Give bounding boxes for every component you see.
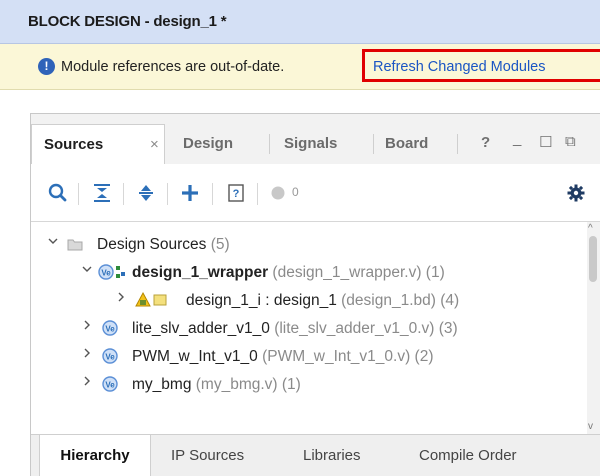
- svg-text:Ve: Ve: [101, 269, 111, 278]
- tree-item-label: PWM_w_Int_v1_0: [132, 348, 258, 365]
- tab-design[interactable]: Design: [183, 124, 233, 164]
- svg-text:Ve: Ve: [105, 353, 115, 362]
- tree-item-file: (lite_slv_adder_v1_0.v) (3): [274, 320, 458, 337]
- tab-board[interactable]: Board: [385, 124, 428, 164]
- svg-text:?: ?: [233, 188, 240, 200]
- toolbar-divider: [123, 183, 124, 205]
- float-icon[interactable]: ⧉: [565, 133, 576, 150]
- tree-item-label: Design Sources: [97, 236, 207, 253]
- tree-item-label: my_bmg: [132, 376, 192, 393]
- verilog-icon: Ve: [102, 376, 118, 392]
- status-count: 0: [292, 185, 299, 199]
- tab-ip-sources[interactable]: IP Sources: [171, 435, 244, 476]
- warning-message: Module references are out-of-date.: [61, 59, 285, 75]
- tree-item-file: (my_bmg.v) (1): [195, 376, 301, 393]
- title-bar: BLOCK DESIGN - design_1 *: [0, 0, 600, 44]
- tab-ip-sources-label: IP Sources: [171, 447, 245, 464]
- gear-icon[interactable]: [565, 182, 587, 204]
- verilog-icon: Ve: [102, 348, 118, 364]
- tree-row-design-sources[interactable]: Design Sources (5): [31, 230, 583, 258]
- tree-row-pwm-w-int[interactable]: Ve PWM_w_Int_v1_0 (PWM_w_Int_v1_0.v) (2): [31, 342, 583, 370]
- tree-row-design-1-i[interactable]: design_1_i : design_1 (design_1.bd) (4): [31, 286, 583, 314]
- toolbar-divider: [167, 183, 168, 205]
- tab-libraries-label: Libraries: [303, 447, 361, 464]
- tab-divider: [457, 134, 458, 154]
- tree-item-label: lite_slv_adder_v1_0: [132, 320, 270, 337]
- tab-hierarchy[interactable]: Hierarchy: [39, 435, 151, 476]
- scroll-down-icon[interactable]: v: [588, 421, 593, 432]
- toolbar-divider: [212, 183, 213, 205]
- maximize-icon[interactable]: ☐: [539, 133, 552, 151]
- refresh-changed-modules-link[interactable]: Refresh Changed Modules: [373, 59, 546, 75]
- warning-banner: ! Module references are out-of-date. Ref…: [0, 44, 600, 90]
- chevron-down-icon[interactable]: [81, 263, 93, 275]
- tab-libraries[interactable]: Libraries: [303, 435, 361, 476]
- tab-divider: [373, 134, 374, 154]
- sources-toolbar: ? 0: [31, 164, 600, 222]
- tab-divider: [269, 134, 270, 154]
- info-circle-icon: !: [38, 58, 55, 75]
- tab-hierarchy-label: Hierarchy: [60, 447, 130, 464]
- collapse-all-icon[interactable]: [91, 182, 113, 204]
- tab-design-label: Design: [183, 135, 234, 152]
- chevron-right-icon[interactable]: [81, 347, 93, 359]
- tree-row-design-1-wrapper[interactable]: Ve design_1_wrapper (design_1_wrapper.v)…: [31, 258, 583, 286]
- folder-icon: [67, 239, 83, 251]
- tree-item-label: design_1_wrapper: [132, 264, 269, 281]
- tree-item-file: (design_1_wrapper.v) (1): [272, 264, 445, 281]
- properties-icon[interactable]: ?: [225, 182, 247, 204]
- tree-item-label: design_1_i : design_1: [186, 292, 337, 309]
- tree-row-my-bmg[interactable]: Ve my_bmg (my_bmg.v) (1): [31, 370, 583, 398]
- block-design-window: BLOCK DESIGN - design_1 * ! Module refer…: [0, 0, 600, 476]
- svg-text:Ve: Ve: [105, 381, 115, 390]
- tab-signals-label: Signals: [284, 135, 338, 152]
- bottom-tab-bar: Hierarchy IP Sources Libraries Compile O…: [31, 434, 600, 476]
- sources-tree: Design Sources (5) Ve design_1_wrapper (…: [31, 222, 591, 434]
- tree-item-file: (PWM_w_Int_v1_0.v) (2): [262, 348, 434, 365]
- toolbar-divider: [257, 183, 258, 205]
- tree-scrollbar[interactable]: ^ v: [587, 222, 600, 434]
- tab-board-label: Board: [385, 135, 429, 152]
- tab-compile-order[interactable]: Compile Order: [419, 435, 517, 476]
- tree-item-file: (design_1.bd) (4): [341, 292, 460, 309]
- tree-item-count: (5): [210, 236, 230, 253]
- tab-compile-order-label: Compile Order: [419, 447, 517, 464]
- add-icon[interactable]: [179, 182, 201, 204]
- panel-tabs: Sources × Design Signals Board ? _ ☐ ⧉: [31, 124, 600, 164]
- status-dot-icon: 0: [268, 182, 318, 204]
- verilog-wrapper-icon: Ve: [98, 264, 125, 280]
- chevron-right-icon[interactable]: [81, 375, 93, 387]
- block-design-icon: [135, 291, 167, 307]
- toolbar-divider: [78, 183, 79, 205]
- tab-sources-label: Sources: [44, 136, 104, 153]
- chevron-right-icon[interactable]: [115, 291, 127, 303]
- help-icon[interactable]: ?: [481, 134, 490, 151]
- verilog-icon: Ve: [102, 320, 118, 336]
- tab-signals[interactable]: Signals: [284, 124, 337, 164]
- close-tab-icon[interactable]: ×: [150, 125, 159, 165]
- minimize-icon[interactable]: _: [513, 130, 521, 147]
- chevron-down-icon[interactable]: [47, 235, 59, 247]
- svg-text:Ve: Ve: [105, 325, 115, 334]
- search-icon[interactable]: [47, 182, 69, 204]
- scroll-up-icon[interactable]: ^: [588, 223, 593, 234]
- expand-icon[interactable]: [135, 182, 157, 204]
- window-title: BLOCK DESIGN - design_1 *: [28, 13, 227, 30]
- chevron-right-icon[interactable]: [81, 319, 93, 331]
- tab-sources[interactable]: Sources ×: [31, 124, 165, 164]
- scroll-thumb[interactable]: [589, 236, 597, 282]
- tree-row-lite-slv-adder[interactable]: Ve lite_slv_adder_v1_0 (lite_slv_adder_v…: [31, 314, 583, 342]
